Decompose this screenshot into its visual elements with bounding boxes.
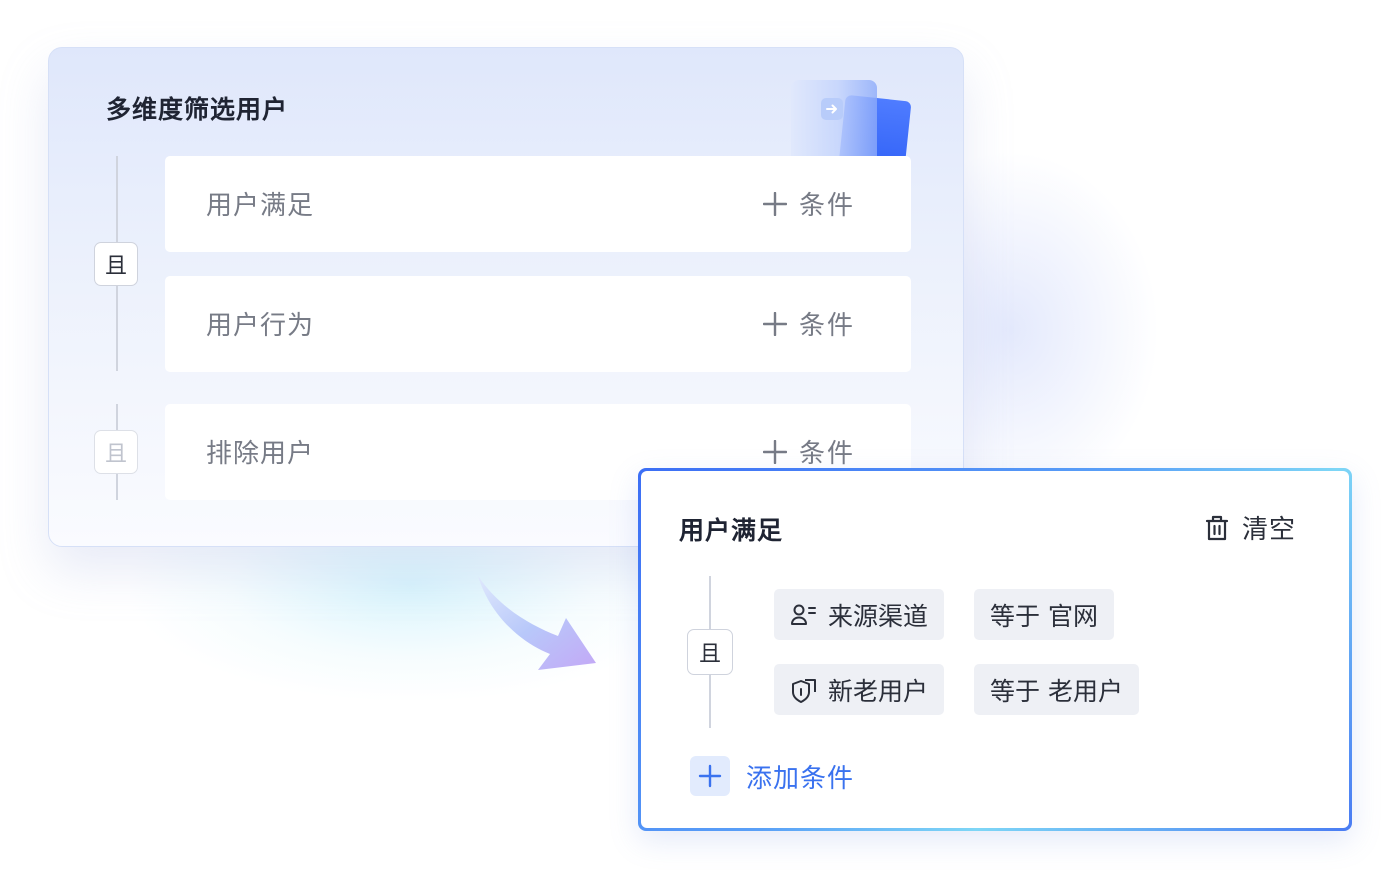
trash-icon <box>1205 515 1229 540</box>
card-title: 多维度筛选用户 <box>106 95 289 124</box>
decorative-cards-illustration <box>791 80 912 192</box>
plus-icon <box>762 311 787 336</box>
panel-title: 用户满足 <box>679 516 784 545</box>
arrow-right-icon <box>821 98 843 120</box>
add-condition-label: 条件 <box>798 439 855 469</box>
and-connector-disabled[interactable]: 且 <box>94 430 138 474</box>
condition-value-label: 等于 老用户 <box>990 676 1123 706</box>
clear-button[interactable]: 清空 <box>1204 509 1296 546</box>
condition-editor-panel: 用户满足 清空 且 来源渠道 等于 官网 新老用户 等于 老用户 添加条件 <box>638 468 1352 831</box>
condition-value-source-channel[interactable]: 等于 官网 <box>974 589 1114 640</box>
add-condition-label: 条件 <box>798 311 855 341</box>
row-label: 用户行为 <box>206 311 315 341</box>
plus-icon <box>690 756 730 796</box>
add-condition-button[interactable]: 条件 <box>762 433 855 470</box>
add-condition-button[interactable]: 添加条件 <box>690 756 854 796</box>
condition-value-new-old-user[interactable]: 等于 老用户 <box>974 664 1139 715</box>
filter-row-user-behavior: 用户行为 条件 <box>165 276 911 372</box>
and-connector[interactable]: 且 <box>687 629 733 675</box>
add-condition-label: 添加条件 <box>746 763 855 794</box>
curved-arrow-icon <box>478 576 596 670</box>
plus-icon <box>762 439 787 464</box>
condition-field-label: 新老用户 <box>828 676 929 706</box>
condition-value-label: 等于 官网 <box>990 601 1098 631</box>
and-connector[interactable]: 且 <box>94 242 138 286</box>
row-label: 排除用户 <box>206 439 315 469</box>
add-condition-button[interactable]: 条件 <box>762 305 855 342</box>
plus-icon <box>762 191 787 216</box>
filter-row-user-attributes: 用户满足 条件 <box>165 156 911 252</box>
tag-shield-icon <box>792 678 816 703</box>
add-condition-button[interactable]: 条件 <box>762 185 855 222</box>
condition-field-source-channel[interactable]: 来源渠道 <box>774 589 945 640</box>
condition-field-label: 来源渠道 <box>828 601 929 631</box>
add-condition-label: 条件 <box>798 191 855 221</box>
clear-label: 清空 <box>1241 515 1296 545</box>
row-label: 用户满足 <box>206 191 315 221</box>
condition-field-new-old-user[interactable]: 新老用户 <box>774 664 945 715</box>
user-list-icon <box>791 604 816 625</box>
condition-editor-body: 用户满足 清空 且 来源渠道 等于 官网 新老用户 等于 老用户 添加条件 <box>641 471 1349 828</box>
